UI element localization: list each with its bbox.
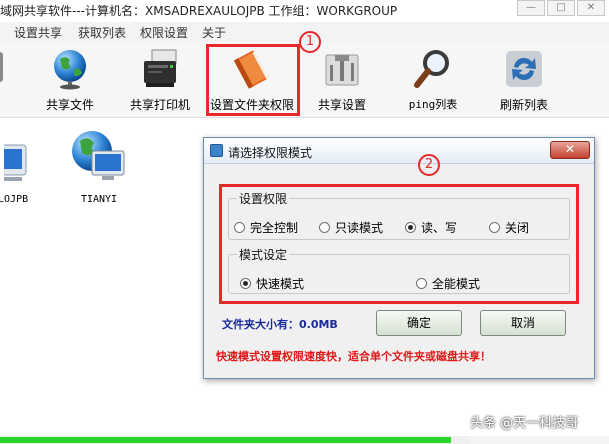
radio-label: 读、写 [421, 221, 458, 235]
maximize-button[interactable]: □ [547, 0, 575, 16]
menu-item-share-settings[interactable]: 设置共享 [14, 24, 62, 41]
radio-read-write[interactable]: 读、写 [405, 219, 457, 236]
ok-button[interactable]: 确定 [376, 310, 462, 336]
radio-read-only[interactable]: 只读模式 [319, 219, 383, 236]
toolbar-label: 共享文件 [45, 98, 94, 112]
host-name: TIANYI [80, 194, 118, 205]
menu-item-get-list[interactable]: 获取列表 [78, 24, 126, 41]
permission-dialog: 请选择权限模式 ✕ 2 设置权限 完全控制 只读模式 读、写 关闭 模式设定 快… [203, 137, 595, 379]
globe-icon [54, 50, 86, 90]
dialog-close-button[interactable]: ✕ [550, 141, 590, 159]
folder-size-text: 文件夹大小有：0.0MB [222, 318, 338, 331]
radio-dot [319, 222, 330, 233]
network-computer-icon [72, 131, 125, 180]
list-item[interactable]: TIANYI [64, 127, 134, 205]
toolbar-refresh-list-button[interactable]: 刷新列表 [494, 42, 554, 116]
cancel-button[interactable]: 取消 [480, 310, 566, 336]
radio-label: 快速模式 [256, 277, 305, 291]
radio-full-mode[interactable]: 全能模式 [416, 275, 480, 292]
radio-dot [416, 278, 427, 289]
computer-icon [0, 144, 27, 181]
close-button[interactable]: ✕ [577, 0, 605, 16]
radio-label: 关闭 [505, 221, 530, 235]
warning-text: 快速模式设置权限速度快，适合单个文件夹或磁盘共享！ [216, 350, 491, 363]
radio-dot [234, 222, 245, 233]
refresh-icon [506, 51, 542, 87]
radio-full-control[interactable]: 完全控制 [234, 219, 298, 236]
radio-label: 完全控制 [250, 221, 299, 235]
highlight-box-1 [206, 44, 300, 116]
annotation-badge-2: 2 [418, 154, 440, 176]
toolbar-label: 共享打印机 [129, 98, 190, 112]
permission-group-legend: 设置权限 [239, 192, 288, 206]
annotation-badge-1: 1 [299, 31, 321, 53]
title-bar: 域网共享软件---计算机名：XMSADREXAULOJPB 工作组：WORKGR… [0, 0, 609, 20]
close-icon: ✕ [564, 142, 576, 156]
toolbar-ping-list-button[interactable]: ping列表 [402, 42, 464, 116]
watermark: 头条 @天一科技哥 [470, 416, 579, 431]
toolbar-item-partial [0, 42, 6, 116]
progress-bar [0, 437, 451, 443]
toolbar-label: 刷新列表 [499, 98, 548, 112]
tools-icon [325, 54, 359, 86]
radio-fast-mode[interactable]: 快速模式 [240, 275, 304, 292]
toolbar-share-settings-button[interactable]: 共享设置 [312, 42, 372, 116]
radio-close[interactable]: 关闭 [489, 219, 529, 236]
toolbar: 共享文件 共享打印机 设置文件夹权限 共享设置 ping列表 刷新列表 [0, 42, 609, 118]
window-controls: — □ ✕ [515, 0, 605, 16]
list-item[interactable]: ULOJPB [0, 135, 42, 205]
partial-icon [0, 52, 3, 82]
app-icon [210, 144, 223, 157]
radio-dot-selected [240, 278, 251, 289]
host-name: ULOJPB [0, 194, 29, 205]
toolbar-share-files-button[interactable]: 共享文件 [35, 42, 105, 116]
dialog-title: 请选择权限模式 [228, 146, 313, 160]
menu-item-about[interactable]: 关于 [202, 24, 226, 41]
radio-dot-selected [405, 222, 416, 233]
mode-group-legend: 模式设定 [239, 248, 288, 262]
radio-label: 全能模式 [432, 277, 481, 291]
radio-label: 只读模式 [335, 221, 384, 235]
status-bar-right [470, 436, 609, 444]
toolbar-label: 共享设置 [317, 98, 366, 112]
toolbar-share-printer-button[interactable]: 共享打印机 [124, 42, 196, 116]
magnifier-icon [414, 50, 449, 88]
menu-item-permission-settings[interactable]: 权限设置 [140, 24, 188, 41]
minimize-button[interactable]: — [517, 0, 545, 16]
toolbar-label: ping列表 [408, 98, 458, 111]
printer-icon [144, 49, 177, 87]
dialog-title-bar: 请选择权限模式 ✕ [204, 138, 594, 164]
window-title: 域网共享软件---计算机名：XMSADREXAULOJPB 工作组：WORKGR… [0, 4, 398, 18]
radio-dot [489, 222, 500, 233]
